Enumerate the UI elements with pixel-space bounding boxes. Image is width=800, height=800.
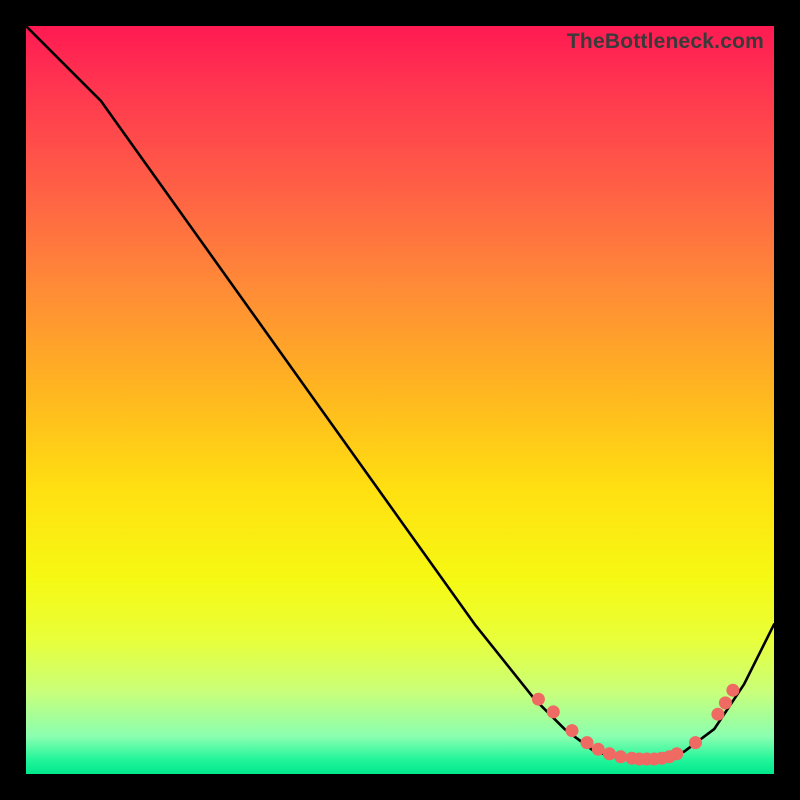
bottleneck-curve-line: [26, 26, 774, 759]
optimal-range-dots: [532, 684, 740, 766]
optimal-dot: [614, 750, 627, 763]
chart-area: TheBottleneck.com: [26, 26, 774, 774]
optimal-dot: [711, 708, 724, 721]
optimal-dot: [670, 747, 683, 760]
optimal-dot: [592, 743, 605, 756]
optimal-dot: [532, 693, 545, 706]
optimal-dot: [581, 736, 594, 749]
optimal-dot: [566, 724, 579, 737]
optimal-dot: [603, 747, 616, 760]
chart-svg: [26, 26, 774, 774]
optimal-dot: [689, 736, 702, 749]
optimal-dot: [726, 684, 739, 697]
optimal-dot: [719, 696, 732, 709]
optimal-dot: [547, 705, 560, 718]
